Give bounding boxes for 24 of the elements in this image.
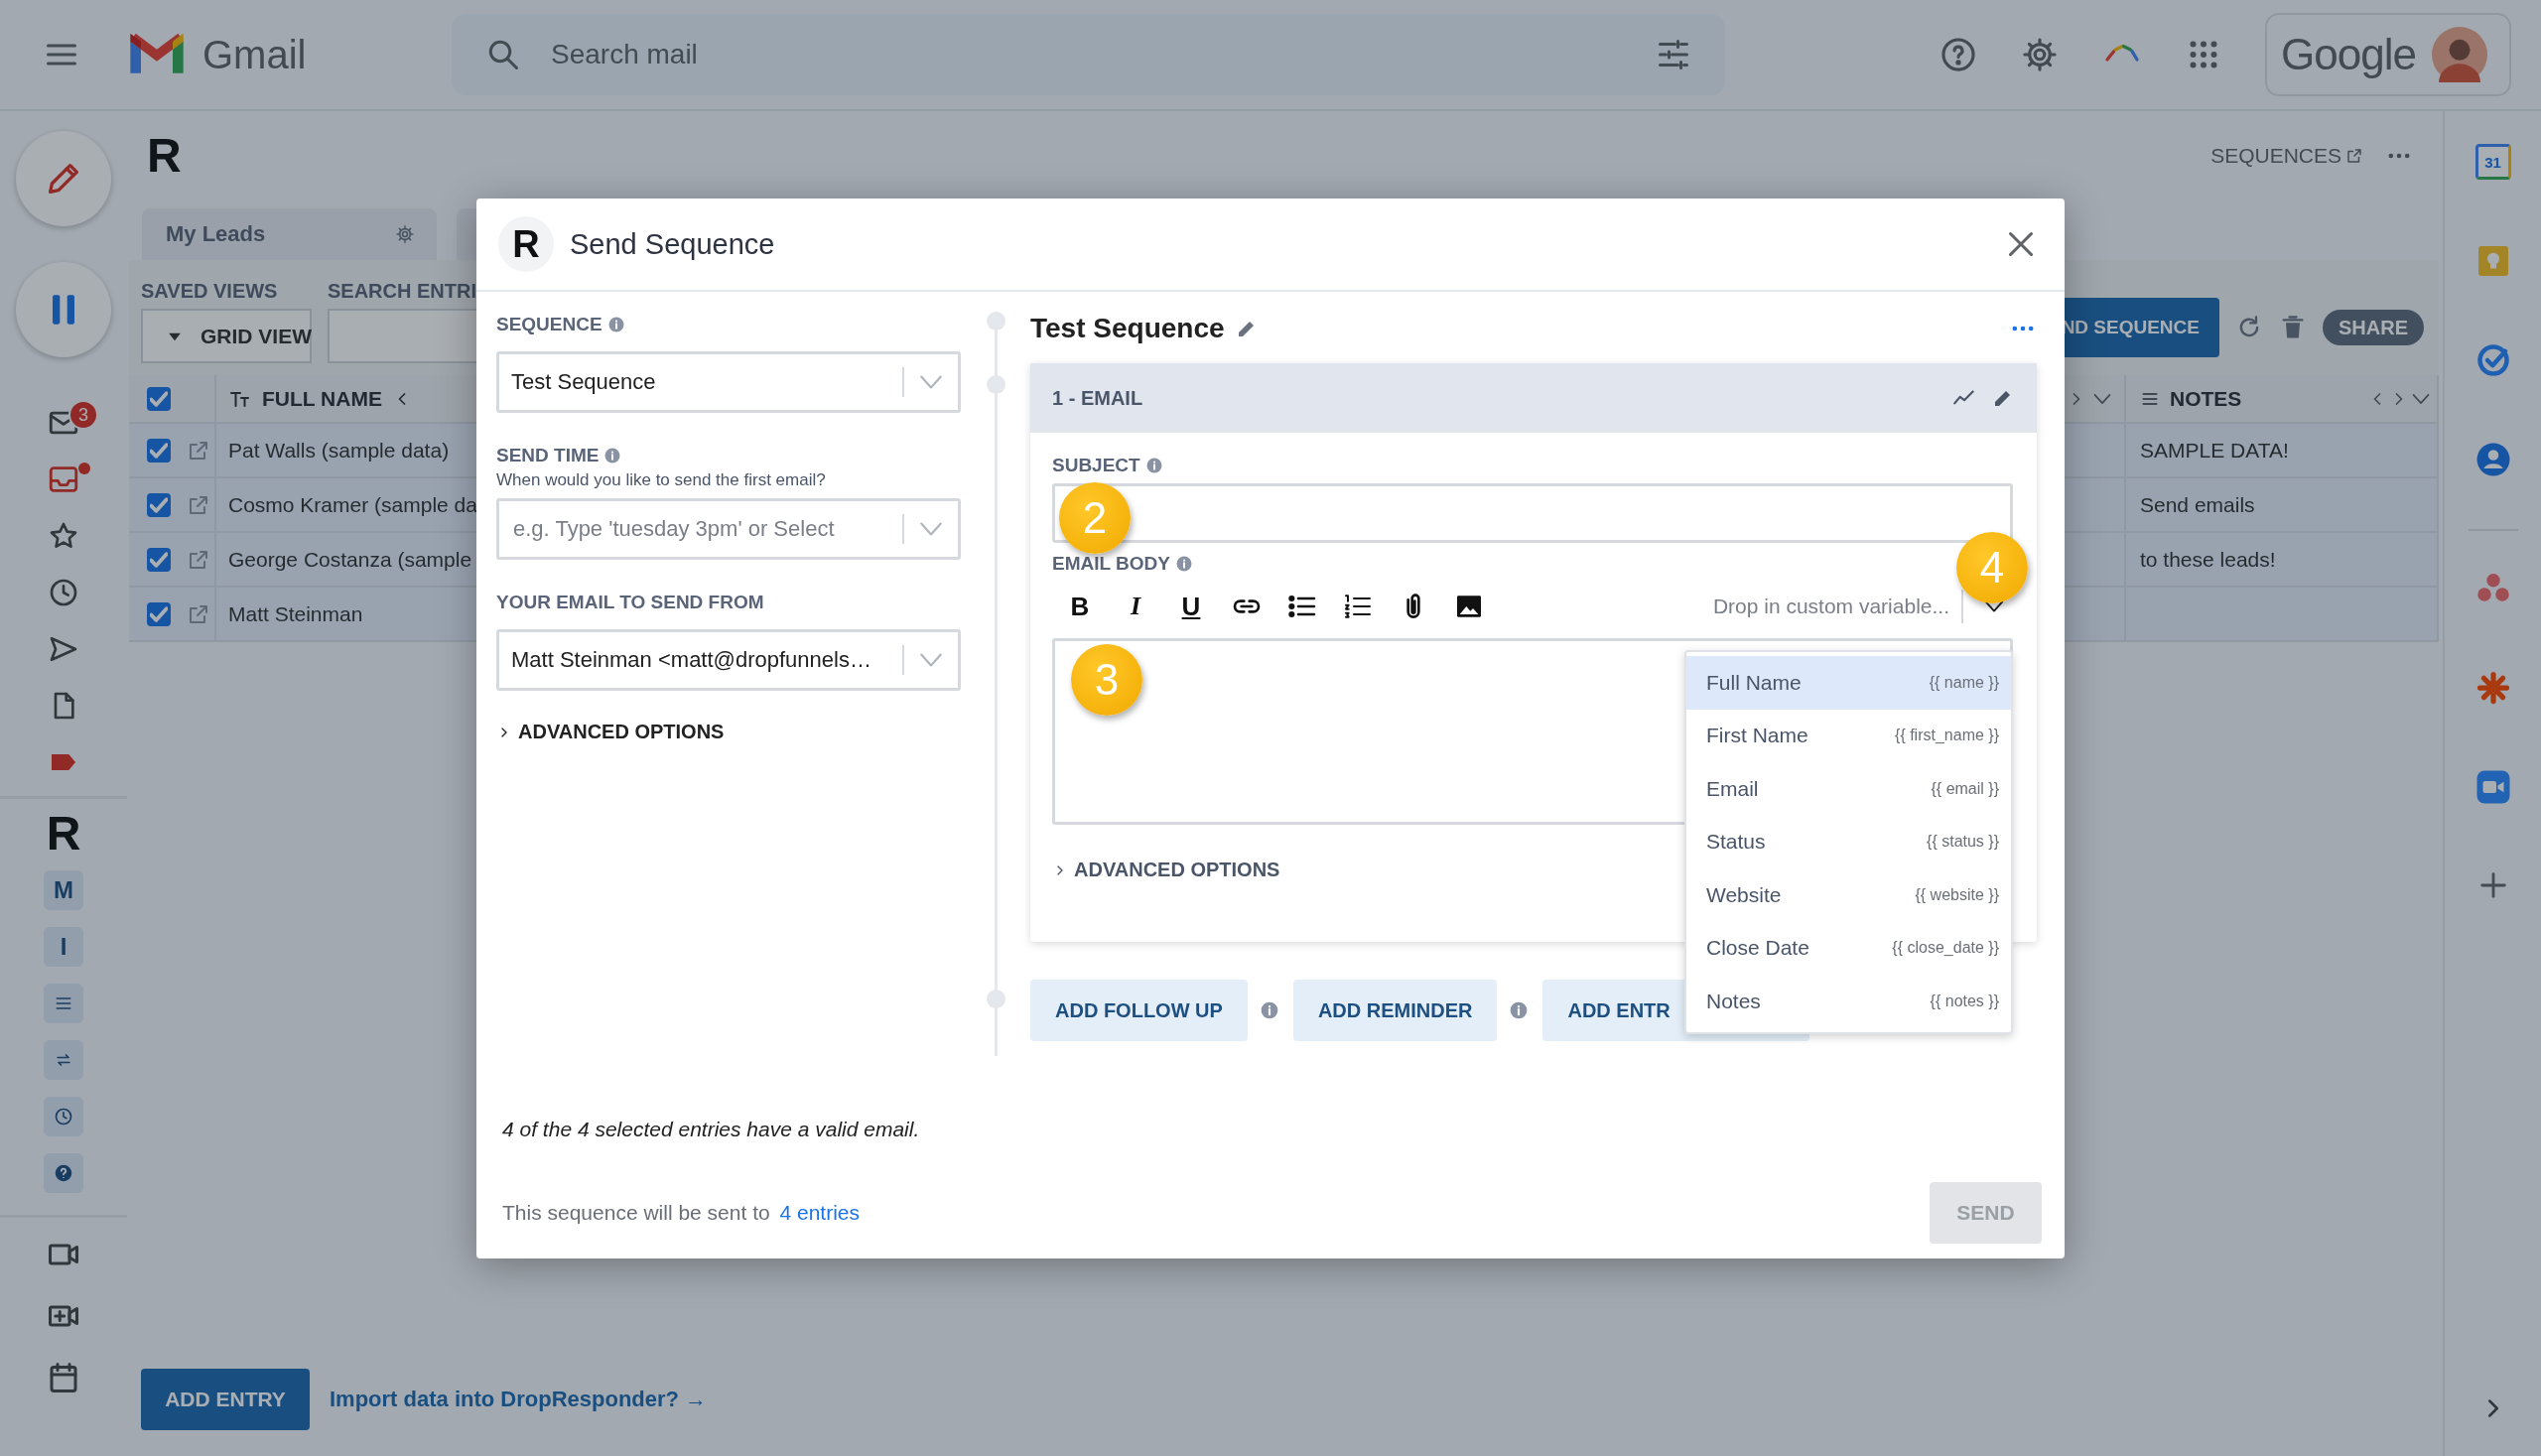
- dialog-logo: R: [498, 216, 554, 272]
- recipient-summary: This sequence will be sent to 4 entries: [502, 1201, 861, 1225]
- table-cell: George Costanza (sample: [228, 547, 472, 572]
- field-label: SUBJECT: [1052, 453, 2013, 478]
- step-number-badge: 4: [1956, 532, 2028, 603]
- validation-note: 4 of the 4 selected entries have a valid email.: [501, 1118, 921, 1141]
- addon-logo: R: [147, 132, 182, 180]
- field-label: YOUR EMAIL TO SEND FROM: [496, 591, 765, 614]
- table-cell: Send emails: [2140, 492, 2255, 517]
- table-cell: Matt Steinman: [228, 601, 363, 626]
- search-label: SEARCH ENTRI: [328, 280, 477, 303]
- table-cell: to these leads!: [2140, 547, 2276, 572]
- sequence-name: Test Sequence: [1030, 313, 1225, 344]
- saved-views-label: SAVED VIEWS: [141, 280, 279, 303]
- dialog-title: Send Sequence: [570, 227, 775, 261]
- field-label: SEND TIME: [496, 443, 961, 468]
- field-label: SEQUENCE: [496, 312, 961, 337]
- table-cell: Cosmo Kramer (sample da: [228, 492, 477, 517]
- app-name: Gmail: [202, 32, 307, 77]
- field-hint: When would you like to send the first email?: [496, 470, 827, 490]
- step-title: 1 - EMAIL: [1052, 386, 1143, 410]
- table-cell: Pat Walls (sample data): [228, 438, 450, 463]
- unread-badge: 3: [68, 400, 98, 430]
- table-cell: SAMPLE DATA!: [2140, 438, 2289, 463]
